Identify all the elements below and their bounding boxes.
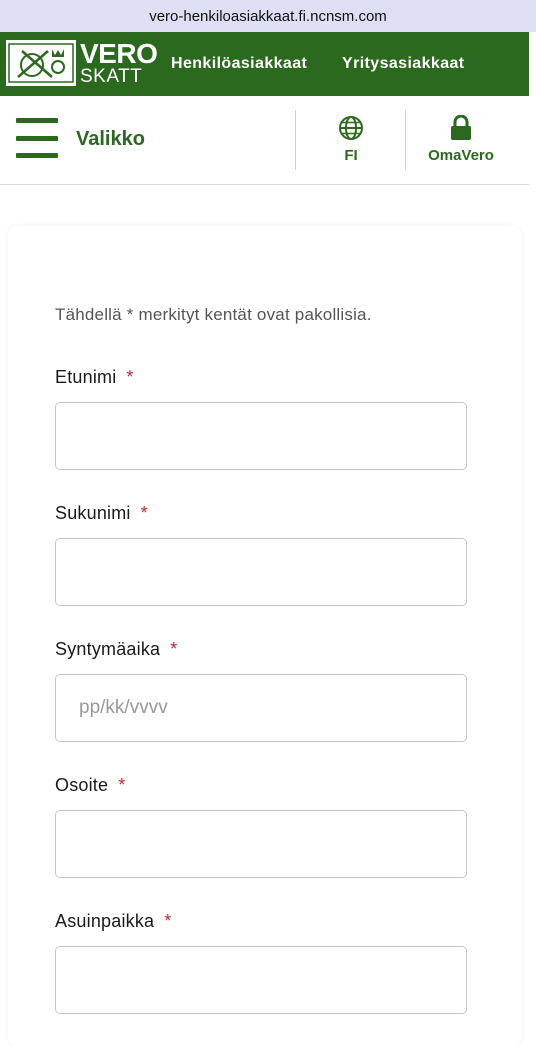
omavero-login-button[interactable]: OmaVero [420, 115, 502, 164]
required-marker: * [126, 367, 134, 387]
vero-emblem-icon [6, 40, 76, 86]
field-label-address: Osoite * [55, 775, 125, 796]
field-label-first-name: Etunimi * [55, 367, 134, 388]
header-divider [405, 110, 406, 170]
required-marker: * [140, 503, 148, 523]
globe-icon [339, 116, 363, 140]
required-fields-note: Tähdellä * merkityt kentät ovat pakollis… [55, 305, 372, 324]
hamburger-icon[interactable] [16, 118, 58, 158]
browser-url-text: vero-henkiloasiakkaat.fi.ncnsm.com [149, 7, 387, 25]
field-label-last-name: Sukunimi * [55, 503, 148, 524]
logo-text-skatt: SKATT [80, 66, 143, 87]
lock-icon [451, 115, 471, 140]
first-name-input[interactable] [55, 402, 467, 470]
field-label-birth-date: Syntymäaika * [55, 639, 177, 660]
field-label-text: Sukunimi [55, 503, 131, 523]
field-label-city: Asuinpaikka * [55, 911, 171, 932]
top-navigation: VERO SKATT Henkilöasiakkaat Yritysasiakk… [0, 32, 529, 96]
omavero-label: OmaVero [428, 147, 494, 164]
required-marker: * [164, 911, 172, 931]
nav-link-personal-customers[interactable]: Henkilöasiakkaat [171, 32, 307, 96]
language-label: FI [344, 147, 358, 164]
browser-url-bar[interactable]: vero-henkiloasiakkaat.fi.ncnsm.com [0, 0, 536, 32]
nav-link-business-customers[interactable]: Yritysasiakkaat [342, 32, 465, 96]
field-label-text: Asuinpaikka [55, 911, 155, 931]
logo-text-vero: VERO [80, 38, 158, 69]
field-label-text: Etunimi [55, 367, 117, 387]
field-label-text: Osoite [55, 775, 109, 795]
city-input[interactable] [55, 946, 467, 1014]
last-name-input[interactable] [55, 538, 467, 606]
required-marker: * [118, 775, 126, 795]
required-marker: * [170, 639, 178, 659]
vero-logo[interactable]: VERO SKATT [6, 40, 158, 86]
field-label-text: Syntymäaika [55, 639, 161, 659]
birth-date-input[interactable] [55, 674, 467, 742]
address-input[interactable] [55, 810, 467, 878]
header-divider [295, 110, 296, 170]
language-selector[interactable]: FI [330, 115, 372, 164]
menu-button-label[interactable]: Valikko [76, 128, 145, 151]
